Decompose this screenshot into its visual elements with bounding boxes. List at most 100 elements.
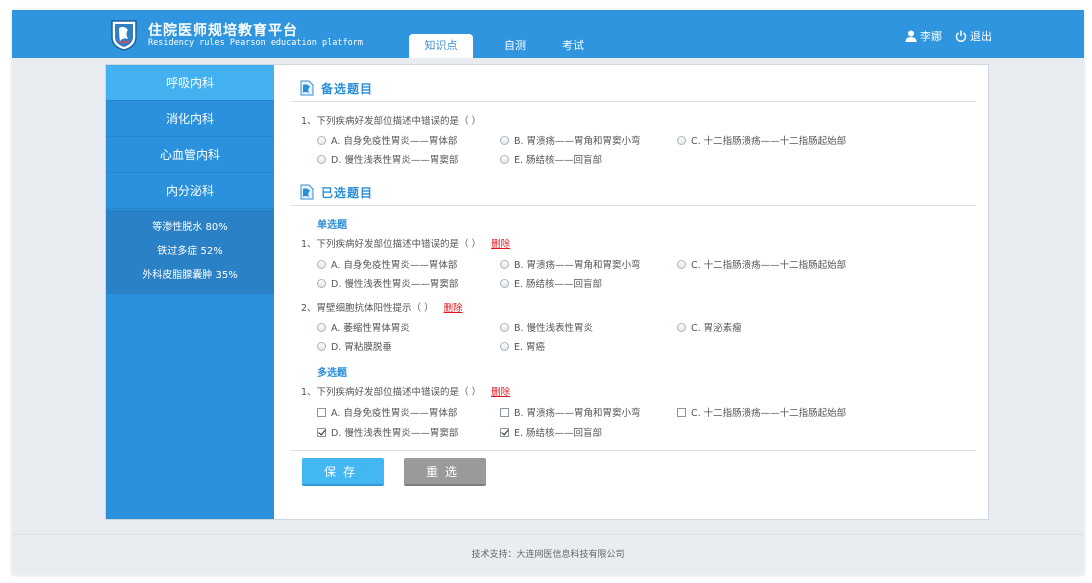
candidate-option[interactable]: E. 肠结核——回盲部 xyxy=(500,152,602,166)
sidebar-item-respiratory[interactable]: 呼吸内科 xyxy=(106,65,274,101)
question-option[interactable]: D. 慢性浅表性胃炎——胃窦部 xyxy=(317,276,458,290)
radio-button[interactable] xyxy=(317,341,326,351)
question-option[interactable]: D. 胃粘膜脱垂 xyxy=(317,339,392,353)
divider xyxy=(290,101,976,102)
checkbox[interactable] xyxy=(317,407,326,417)
radio-button[interactable] xyxy=(677,135,686,145)
question-option[interactable]: C. 十二指肠溃疡——十二指肠起始部 xyxy=(677,405,846,419)
candidate-question-text: 1、下列疾病好发部位描述中错误的是（ ） xyxy=(301,116,482,127)
option-label: A. 萎缩性胃体胃炎 xyxy=(331,323,410,334)
option-label: E. 胃癌 xyxy=(514,342,546,353)
platform-title: 住院医师规培教育平台 xyxy=(148,23,298,39)
tab-self-test[interactable]: 自测 xyxy=(495,34,535,58)
logout-label: 退出 xyxy=(970,30,992,43)
delete-link[interactable]: 删除 xyxy=(491,384,510,398)
radio-button[interactable] xyxy=(500,322,509,332)
question-option[interactable]: E. 肠结核——回盲部 xyxy=(500,276,602,290)
option-label: D. 慢性浅表性胃炎——胃窦部 xyxy=(331,428,459,439)
question-option[interactable]: E. 肠结核——回盲部 xyxy=(500,425,602,439)
option-label: E. 肠结核——回盲部 xyxy=(514,155,603,166)
topic-stats-panel: 等渗性脱水 80% 铁过多症 52% 外科皮脂腺囊肿 35% xyxy=(106,210,274,294)
option-label: C. 十二指肠溃疡——十二指肠起始部 xyxy=(691,136,847,147)
radio-button[interactable] xyxy=(500,341,509,351)
radio-button[interactable] xyxy=(317,135,326,145)
question-text: 1、下列疾病好发部位描述中错误的是（ ） xyxy=(301,239,482,250)
question-option[interactable]: C. 十二指肠溃疡——十二指肠起始部 xyxy=(677,257,846,271)
top-header: 住院医师规培教育平台 Residency rules Pearson educa… xyxy=(12,10,1084,58)
question-text: 2、胃壁细胞抗体阳性提示（ ） xyxy=(301,303,434,314)
radio-button[interactable] xyxy=(500,154,509,164)
option-label: D. 慢性浅表性胃炎——胃窦部 xyxy=(331,279,459,290)
candidate-section-header: 备选题目 xyxy=(300,78,373,98)
question-option[interactable]: E. 胃癌 xyxy=(500,339,545,353)
content-card: 呼吸内科 消化内科 心血管内科 内分泌科 等渗性脱水 80% 铁过多症 52% … xyxy=(105,64,989,520)
divider xyxy=(290,450,976,451)
question-option[interactable]: A. 自身免疫性胃炎——胃体部 xyxy=(317,257,457,271)
option-label: B. 胃溃疡——胃角和胃窦小弯 xyxy=(514,136,641,147)
sidebar-item-endocrine[interactable]: 内分泌科 xyxy=(106,173,274,209)
radio-button[interactable] xyxy=(317,322,326,332)
selected-question: 2、胃壁细胞抗体阳性提示（ ） 删除 xyxy=(301,300,463,314)
candidate-option[interactable]: C. 十二指肠溃疡——十二指肠起始部 xyxy=(677,133,846,147)
save-button[interactable]: 保存 xyxy=(302,458,384,486)
main-panel: 备选题目 1、下列疾病好发部位描述中错误的是（ ） A. 自身免疫性胃炎——胃体… xyxy=(274,65,988,519)
sidebar: 呼吸内科 消化内科 心血管内科 内分泌科 等渗性脱水 80% 铁过多症 52% … xyxy=(106,65,274,519)
footer: 技术支持：大连网医信息科技有限公司 xyxy=(12,534,1084,575)
question-option[interactable]: B. 胃溃疡——胃角和胃窦小弯 xyxy=(500,257,641,271)
radio-button[interactable] xyxy=(677,259,686,269)
power-icon xyxy=(955,30,967,42)
option-label: E. 肠结核——回盲部 xyxy=(514,279,603,290)
question-option[interactable]: C. 胃泌素瘤 xyxy=(677,320,742,334)
option-label: A. 自身免疫性胃炎——胃体部 xyxy=(331,408,458,419)
tab-knowledge[interactable]: 知识点 xyxy=(409,34,473,58)
option-label: A. 自身免疫性胃炎——胃体部 xyxy=(331,260,458,271)
topic-stat[interactable]: 外科皮脂腺囊肿 35% xyxy=(106,264,274,288)
document-icon xyxy=(300,80,314,96)
option-label: C. 十二指肠溃疡——十二指肠起始部 xyxy=(691,260,847,271)
candidate-option[interactable]: B. 胃溃疡——胃角和胃窦小弯 xyxy=(500,133,641,147)
radio-button[interactable] xyxy=(317,259,326,269)
delete-link[interactable]: 删除 xyxy=(491,236,510,250)
selected-question: 1、下列疾病好发部位描述中错误的是（ ） 删除 xyxy=(301,384,510,398)
option-label: D. 慢性浅表性胃炎——胃窦部 xyxy=(331,155,459,166)
reset-button[interactable]: 重选 xyxy=(404,458,486,486)
document-icon xyxy=(300,184,314,200)
option-label: A. 自身免疫性胃炎——胃体部 xyxy=(331,136,458,147)
user-menu[interactable]: 李娜 xyxy=(905,28,942,44)
checkbox[interactable] xyxy=(677,407,686,417)
shield-logo-icon xyxy=(111,20,137,51)
question-option[interactable]: D. 慢性浅表性胃炎——胃窦部 xyxy=(317,425,458,439)
topic-stat[interactable]: 铁过多症 52% xyxy=(106,240,274,264)
question-text: 1、下列疾病好发部位描述中错误的是（ ） xyxy=(301,387,482,398)
question-option[interactable]: A. 萎缩性胃体胃炎 xyxy=(317,320,410,334)
tab-exam[interactable]: 考试 xyxy=(553,34,593,58)
user-name: 李娜 xyxy=(920,30,942,43)
delete-link[interactable]: 删除 xyxy=(444,300,463,314)
radio-button[interactable] xyxy=(677,322,686,332)
checkbox[interactable] xyxy=(500,407,509,417)
radio-button[interactable] xyxy=(500,259,509,269)
selected-section-header: 已选题目 xyxy=(300,182,373,202)
radio-button[interactable] xyxy=(317,154,326,164)
app-window: 住院医师规培教育平台 Residency rules Pearson educa… xyxy=(12,10,1084,575)
logout-button[interactable]: 退出 xyxy=(955,28,992,44)
question-option[interactable]: B. 慢性浅表性胃炎 xyxy=(500,320,593,334)
topic-stat[interactable]: 等渗性脱水 80% xyxy=(106,216,274,240)
checkbox[interactable] xyxy=(500,427,509,437)
checkbox[interactable] xyxy=(317,427,326,437)
platform-subtitle: Residency rules Pearson education platfo… xyxy=(148,38,363,48)
sidebar-item-cardiovascular[interactable]: 心血管内科 xyxy=(106,137,274,173)
radio-button[interactable] xyxy=(500,135,509,145)
option-label: D. 胃粘膜脱垂 xyxy=(331,342,392,353)
radio-button[interactable] xyxy=(317,278,326,288)
candidate-option[interactable]: D. 慢性浅表性胃炎——胃窦部 xyxy=(317,152,458,166)
divider xyxy=(290,205,976,206)
question-option[interactable]: B. 胃溃疡——胃角和胃窦小弯 xyxy=(500,405,641,419)
question-option[interactable]: A. 自身免疫性胃炎——胃体部 xyxy=(317,405,457,419)
user-icon xyxy=(905,30,917,42)
selected-section-title: 已选题目 xyxy=(321,185,374,200)
radio-button[interactable] xyxy=(500,278,509,288)
sidebar-item-digestive[interactable]: 消化内科 xyxy=(106,101,274,137)
multi-choice-heading: 多选题 xyxy=(317,368,347,379)
candidate-option[interactable]: A. 自身免疫性胃炎——胃体部 xyxy=(317,133,457,147)
